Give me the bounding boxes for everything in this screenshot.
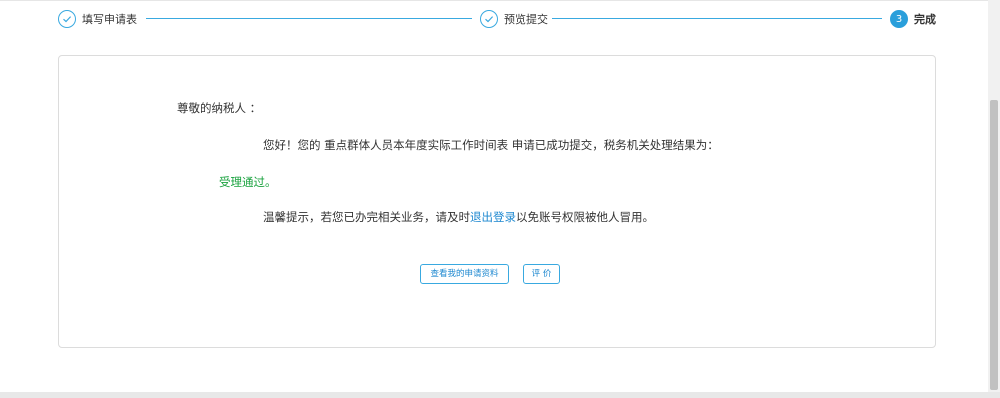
step-connector [552,18,882,19]
submission-message: 您好！您的 重点群体人员本年度实际工作时间表 申请已成功提交，税务机关处理结果为… [263,138,719,152]
result-card: 尊敬的纳税人 ： 您好！您的 重点群体人员本年度实际工作时间表 申请已成功提交，… [58,55,936,348]
step-fill-application: 填写申请表 [58,9,137,29]
check-icon [58,10,76,28]
logout-link[interactable]: 退出登录 [470,210,516,224]
step-label: 填写申请表 [82,13,137,26]
vertical-scrollbar-thumb[interactable] [990,100,998,390]
check-icon [480,10,498,28]
step-label: 预览提交 [504,13,548,26]
greeting-text: 尊敬的纳税人 ： [177,101,262,115]
logout-tip: 温馨提示，若您已办完相关业务，请及时退出登录以免账号权限被他人冒用。 [263,209,654,225]
evaluate-button[interactable]: 评 价 [523,264,560,284]
step-preview-submit: 预览提交 [480,9,548,29]
step-number-badge: 3 [890,10,908,28]
view-application-button[interactable]: 查看我的申请资料 [420,264,509,284]
tip-suffix: 以免账号权限被他人冒用。 [516,210,654,224]
step-label: 完成 [914,13,936,26]
progress-stepper: 填写申请表 预览提交 3 完成 [0,0,1000,40]
tip-prefix: 温馨提示，若您已办完相关业务，请及时 [263,210,470,224]
step-connector [146,18,472,19]
status-text: 受理通过。 [219,175,277,189]
step-complete: 3 完成 [890,9,936,29]
bottom-strip [0,392,1000,398]
